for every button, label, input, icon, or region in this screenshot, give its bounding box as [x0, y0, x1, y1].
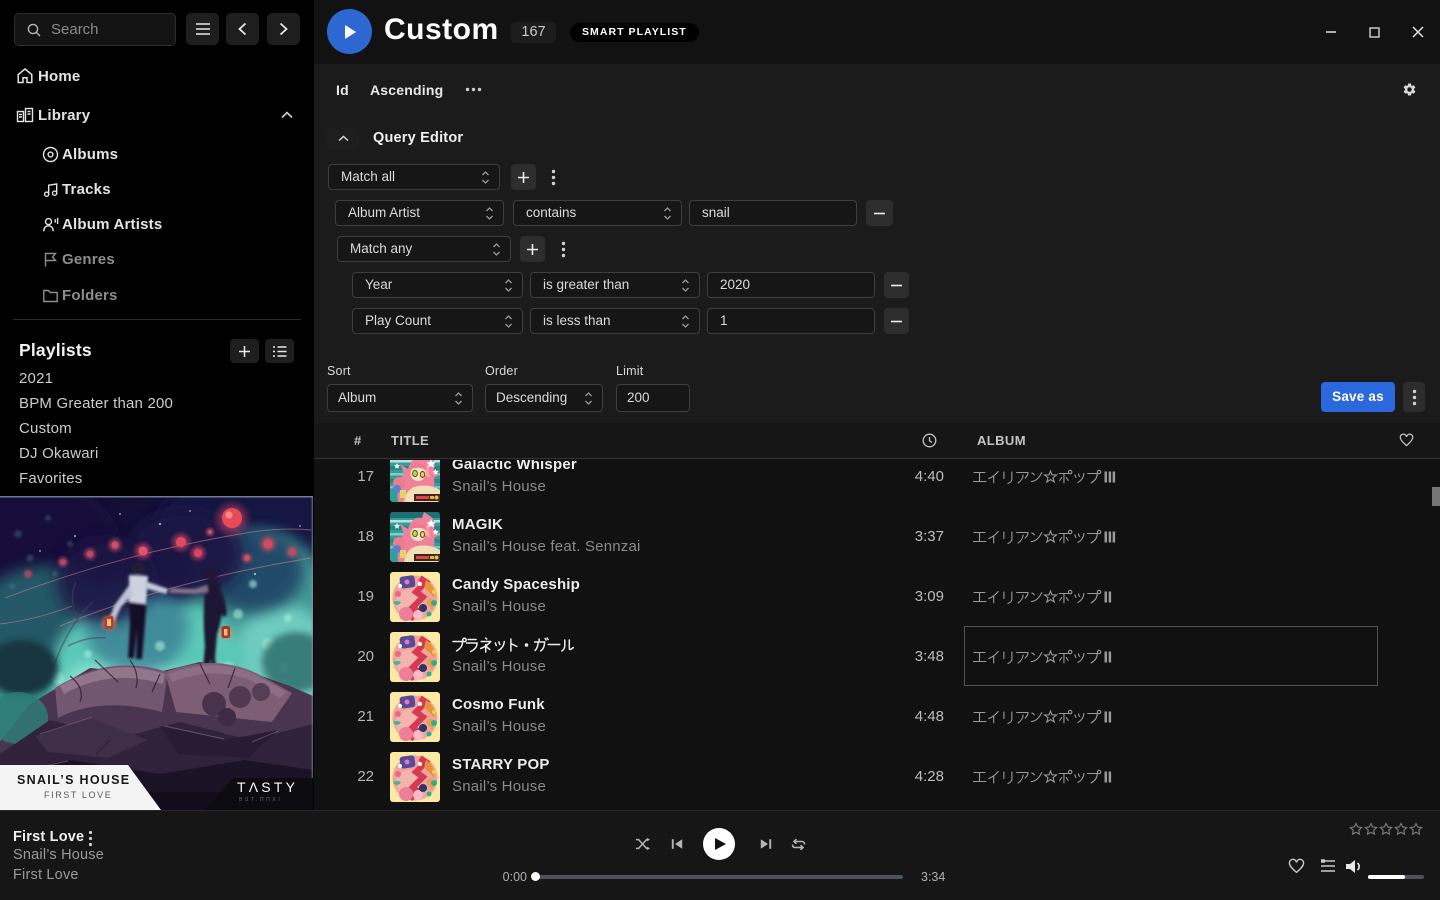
svg-text:SNAIL’S HOUSE: SNAIL’S HOUSE	[17, 773, 130, 787]
svg-text:III: III	[1104, 469, 1116, 484]
svg-text:II: II	[1104, 769, 1112, 784]
svg-text:II: II	[1104, 709, 1112, 724]
svg-text:III: III	[1104, 529, 1116, 544]
svg-text:TΛSTY: TΛSTY	[237, 779, 298, 795]
svg-text:II: II	[1104, 589, 1112, 604]
svg-text:FIRST LOVE: FIRST LOVE	[44, 790, 112, 800]
svg-text:BST.ΠΠXI: BST.ΠΠXI	[239, 797, 282, 803]
